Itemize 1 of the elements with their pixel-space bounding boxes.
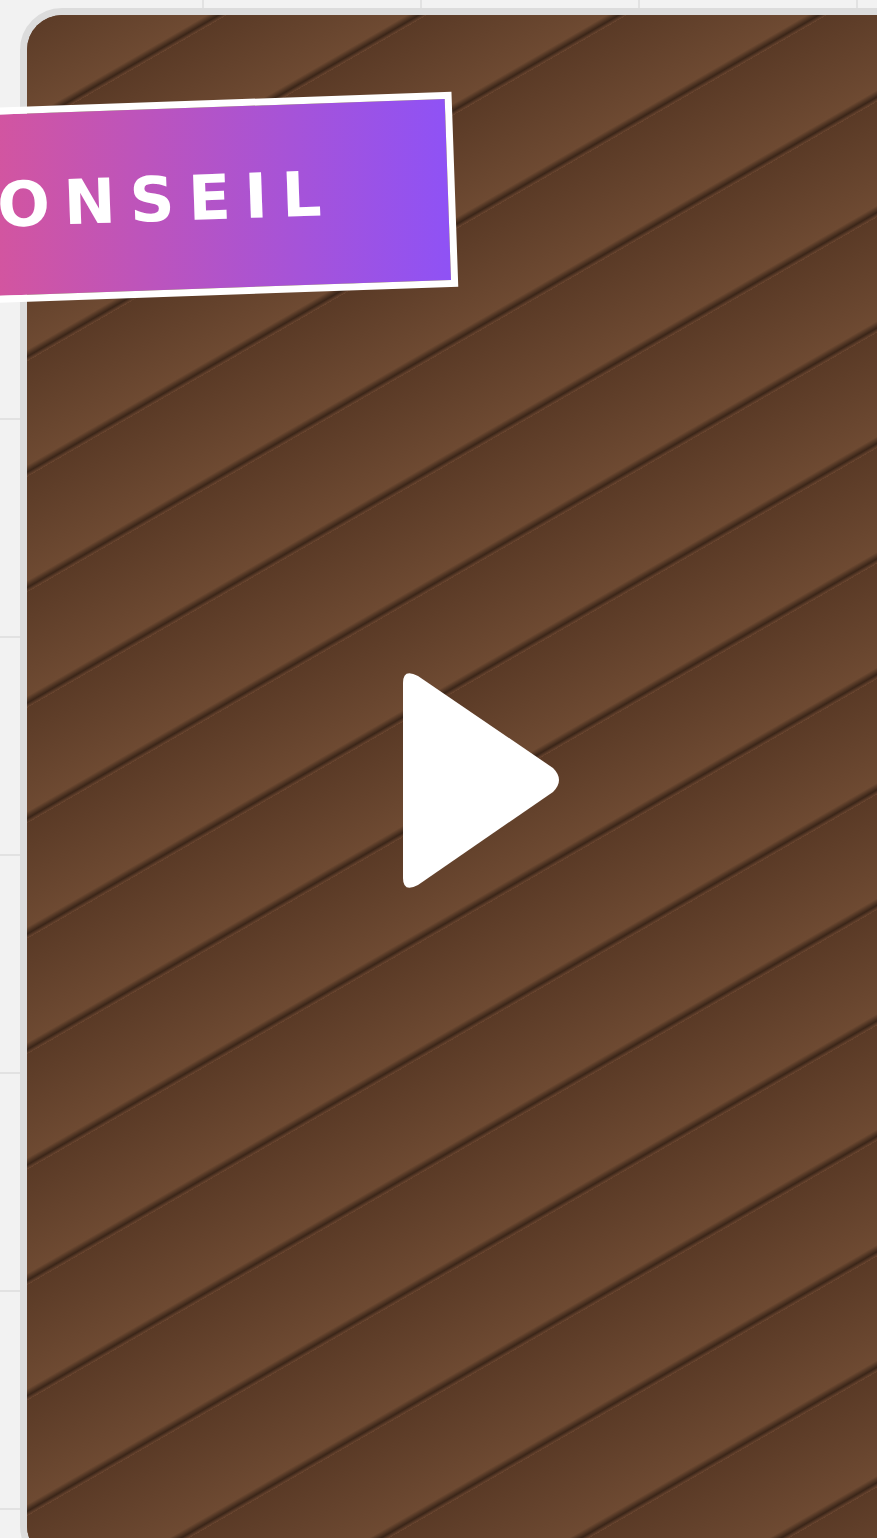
banner-title: ONSEIL xyxy=(0,156,337,242)
